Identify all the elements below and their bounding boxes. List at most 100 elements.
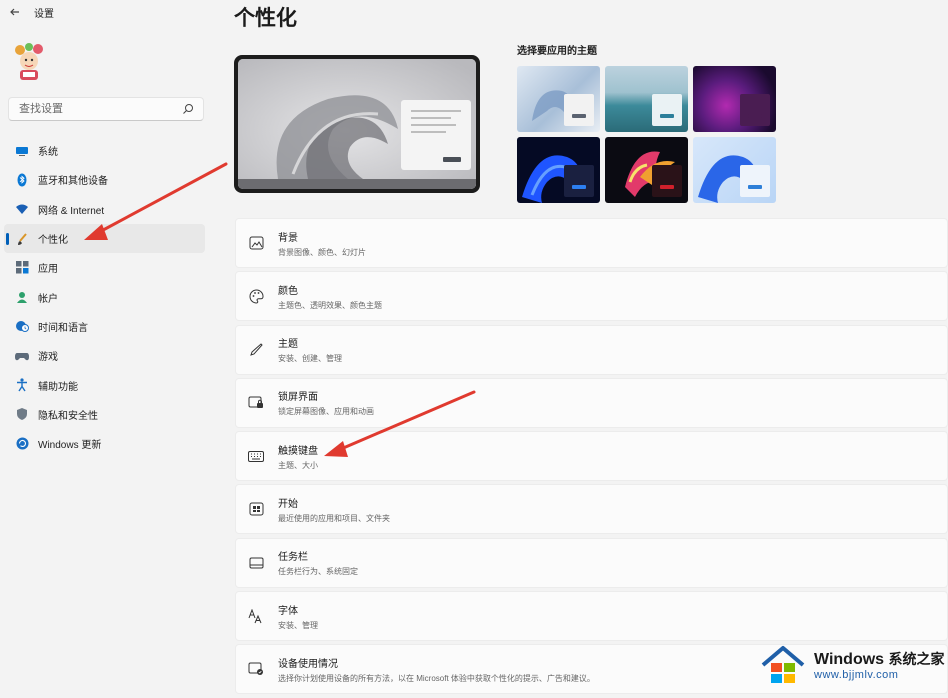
setting-title: 锁屏界面 — [278, 392, 318, 404]
setting-subtitle: 主题、大小 — [278, 460, 318, 470]
back-arrow-icon[interactable] — [8, 5, 22, 19]
apps-icon — [15, 261, 29, 275]
title-bar: 设置 — [0, 0, 220, 24]
active-indicator — [6, 232, 9, 245]
bluetooth-icon — [15, 173, 29, 187]
accessibility-icon — [15, 378, 29, 392]
app-title: 设置 — [34, 8, 54, 20]
person-icon — [15, 290, 29, 304]
setting-subtitle: 任务栏行为、系统固定 — [278, 567, 358, 577]
setting-title: 设备使用情况 — [278, 658, 338, 670]
setting-title: 开始 — [278, 498, 298, 510]
search-icon[interactable] — [181, 102, 195, 116]
sidebar-item-time-language[interactable]: 时间和语言 — [4, 312, 205, 341]
sidebar-item-label: 隐私和安全性 — [38, 410, 98, 422]
setting-subtitle: 安装、创建、管理 — [278, 354, 342, 364]
setting-subtitle: 背景图像、颜色、幻灯片 — [278, 247, 366, 257]
setting-subtitle: 锁定屏幕图像、应用和动画 — [278, 407, 374, 417]
avatar[interactable] — [11, 40, 47, 82]
setting-title: 颜色 — [278, 285, 298, 297]
lock-screen-icon — [248, 395, 264, 411]
sidebar-item-label: 系统 — [38, 147, 58, 159]
theme-mini-window — [740, 94, 770, 126]
taskbar-icon — [248, 555, 264, 571]
theme-mini-window — [652, 165, 682, 197]
device-usage-icon — [248, 661, 264, 677]
theme-mini-window — [564, 165, 594, 197]
themes-label: 选择要应用的主题 — [517, 46, 597, 57]
preview-window — [401, 100, 471, 170]
sidebar-item-bluetooth[interactable]: 蓝牙和其他设备 — [4, 165, 205, 194]
theme-captured-motion[interactable] — [693, 66, 776, 132]
sidebar-item-label: 时间和语言 — [38, 322, 88, 334]
globe-clock-icon — [15, 319, 29, 333]
settings-list: 背景背景图像、颜色、幻灯片 颜色主题色、透明效果、颜色主题 主题安装、创建、管理… — [235, 218, 948, 698]
preview-screen — [238, 59, 476, 189]
setting-start[interactable]: 开始最近使用的应用和项目、文件夹 — [235, 484, 948, 535]
watermark: Windows 系统之家 www.bjjmlv.com — [760, 640, 948, 690]
setting-colors[interactable]: 颜色主题色、透明效果、颜色主题 — [235, 271, 948, 322]
keyboard-icon — [248, 448, 264, 464]
page-title: 个性化 — [234, 7, 297, 30]
search-box[interactable] — [8, 97, 204, 121]
setting-title: 主题 — [278, 339, 298, 351]
picture-icon — [248, 235, 264, 251]
setting-touch-keyboard[interactable]: 触摸键盘 主题、大小 — [235, 431, 948, 482]
watermark-text: Windows 系统之家 www.bjjmlv.com — [814, 649, 945, 681]
sidebar-nav: 系统 蓝牙和其他设备 网络 & Internet 个性化 应用 帐户 时间和语言… — [0, 136, 210, 458]
setting-subtitle: 安装、管理 — [278, 620, 318, 630]
sidebar-item-label: 帐户 — [38, 293, 58, 305]
theme-blue-bloom[interactable] — [693, 137, 776, 203]
theme-mini-window — [740, 165, 770, 197]
watermark-url: www.bjjmlv.com — [814, 669, 899, 681]
sidebar-item-label: Windows 更新 — [38, 440, 102, 452]
sidebar-item-label: 网络 & Internet — [38, 205, 105, 217]
setting-title: 触摸键盘 — [278, 445, 318, 457]
theme-mini-window — [564, 94, 594, 126]
setting-title: 字体 — [278, 605, 298, 617]
sidebar-item-label: 应用 — [38, 264, 58, 276]
palette-icon — [248, 288, 264, 304]
setting-fonts[interactable]: 字体 安装、管理 — [235, 591, 948, 642]
sidebar-item-apps[interactable]: 应用 — [4, 253, 205, 282]
watermark-brand-cn: 系统之家 — [888, 651, 945, 667]
sidebar-item-accessibility[interactable]: 辅助功能 — [4, 370, 205, 399]
setting-themes[interactable]: 主题安装、创建、管理 — [235, 324, 948, 375]
start-icon — [248, 501, 264, 517]
wifi-icon — [15, 202, 29, 216]
theme-preview — [234, 55, 480, 193]
brush-icon — [15, 232, 29, 246]
setting-background[interactable]: 背景背景图像、颜色、幻灯片 — [235, 218, 948, 268]
sidebar-item-system[interactable]: 系统 — [4, 136, 205, 165]
shield-icon — [15, 407, 29, 421]
theme-dark-bloom[interactable] — [517, 137, 600, 203]
font-icon — [248, 608, 264, 624]
search-input[interactable] — [17, 102, 181, 116]
setting-subtitle: 选择你计划使用设备的所有方法，以在 Microsoft 体验中获取个性化的提示、… — [278, 673, 595, 683]
theme-flow[interactable] — [605, 137, 688, 203]
setting-subtitle: 主题色、透明效果、颜色主题 — [278, 300, 382, 310]
update-icon — [15, 437, 29, 451]
theme-grid — [517, 66, 779, 203]
setting-title: 背景 — [278, 232, 298, 244]
theme-light-bloom[interactable] — [517, 66, 600, 132]
setting-title: 任务栏 — [278, 552, 308, 564]
sidebar-item-gaming[interactable]: 游戏 — [4, 341, 205, 370]
sidebar-item-accounts[interactable]: 帐户 — [4, 282, 205, 311]
sidebar-item-label: 辅助功能 — [38, 381, 78, 393]
sidebar-item-privacy[interactable]: 隐私和安全性 — [4, 400, 205, 429]
setting-taskbar[interactable]: 任务栏任务栏行为、系统固定 — [235, 537, 948, 588]
setting-subtitle: 最近使用的应用和项目、文件夹 — [278, 513, 390, 523]
sidebar-item-label: 蓝牙和其他设备 — [38, 176, 108, 188]
watermark-brand: Windows — [814, 651, 885, 668]
setting-lock-screen[interactable]: 锁屏界面锁定屏幕图像、应用和动画 — [235, 377, 948, 428]
sidebar-item-windows-update[interactable]: Windows 更新 — [4, 429, 205, 458]
sidebar-item-label: 个性化 — [38, 235, 68, 247]
theme-glow[interactable] — [605, 66, 688, 132]
pen-icon — [248, 342, 264, 358]
sidebar-item-personalization[interactable]: 个性化 — [4, 223, 205, 254]
house-logo-icon — [761, 646, 805, 683]
theme-mini-window — [652, 94, 682, 126]
sidebar-item-network[interactable]: 网络 & Internet — [4, 195, 205, 224]
monitor-icon — [15, 144, 29, 158]
